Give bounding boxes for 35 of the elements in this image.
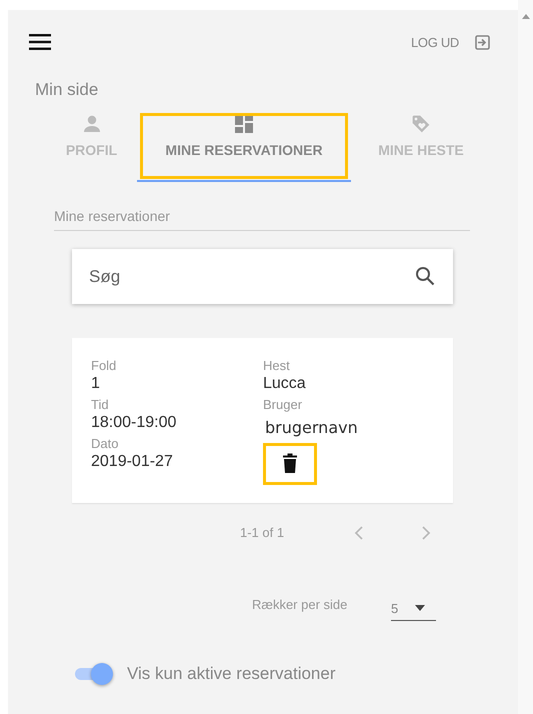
search-icon[interactable] (415, 266, 435, 286)
field-label: Hest (263, 358, 291, 374)
field-label: Bruger (263, 397, 304, 413)
field-label: Tid (91, 397, 110, 413)
menu-icon[interactable] (29, 34, 51, 50)
field-value: Lucca (263, 374, 307, 393)
caret-icon (415, 605, 426, 611)
tab[interactable]: PROFIL (46, 110, 137, 182)
search-field[interactable]: Søg (72, 249, 453, 304)
tab[interactable]: MINE HESTE (351, 110, 491, 182)
trash-icon (283, 453, 297, 473)
logout-button[interactable]: LOG UD (410, 34, 459, 50)
tag-heart-icon (411, 114, 431, 134)
tab[interactable]: MINE RESERVATIONER (137, 110, 351, 182)
previous-page-icon[interactable] (354, 526, 364, 540)
field-label: Fold (91, 358, 118, 374)
scrollbar[interactable] (518, 0, 533, 714)
page-range: 1-1 of 1 (240, 525, 286, 540)
delete-button[interactable] (263, 443, 317, 485)
rows-per-page-select[interactable]: 5 (391, 596, 436, 621)
field-value: 2019-01-27 (91, 452, 174, 471)
section-title: Mine reservationer (54, 208, 470, 231)
field-label: Dato (91, 436, 120, 452)
scroll-up-icon[interactable] (522, 14, 530, 19)
logout-icon[interactable] (475, 34, 490, 50)
person-icon (82, 114, 102, 134)
next-page-icon[interactable] (421, 526, 431, 540)
rows-per-page-label: Rækker per side (252, 597, 348, 612)
field-value: brugernavn (265, 418, 359, 437)
field-value: 18:00-19:00 (91, 413, 178, 432)
dashboard-icon (234, 114, 254, 134)
page-title: Min side (35, 80, 100, 100)
toggle-label: Vis kun aktive reservationer (127, 664, 336, 684)
toggle-switch[interactable] (75, 663, 113, 685)
field-value: 1 (91, 374, 101, 393)
